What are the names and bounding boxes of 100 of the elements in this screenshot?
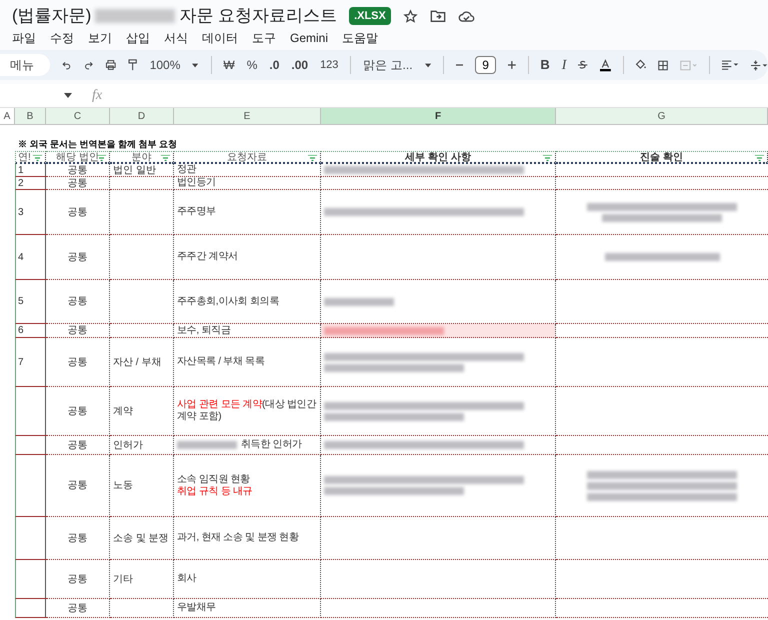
table-cell: 소속 임직원 현황 취업 규칙 등 내규: [174, 455, 321, 517]
filter-icon[interactable]: [308, 155, 317, 161]
table-cell: 법인 일반: [110, 164, 174, 177]
row-number: 2: [15, 177, 46, 190]
formula-label: fx: [92, 87, 102, 105]
caret-icon[interactable]: [424, 62, 431, 68]
column-header[interactable]: E: [174, 108, 321, 124]
column-header[interactable]: D: [110, 108, 174, 124]
table-cell: [110, 280, 174, 324]
table-cell: 인허가: [110, 436, 174, 455]
table-cell: 공통: [46, 338, 110, 387]
star-icon[interactable]: [402, 8, 418, 24]
filter-icon[interactable]: [161, 155, 170, 161]
print-icon[interactable]: [104, 58, 116, 72]
text-color-icon[interactable]: [600, 58, 610, 72]
menu-item[interactable]: 보기: [88, 29, 112, 47]
table-cell: [110, 177, 174, 190]
menu-item[interactable]: Gemini: [290, 29, 328, 47]
table-cell: 기타: [110, 560, 174, 599]
filter-icon[interactable]: [755, 155, 764, 161]
vertical-align-icon[interactable]: [750, 58, 768, 72]
column-header[interactable]: G: [556, 108, 768, 124]
caret-icon[interactable]: [64, 93, 72, 98]
menu-item[interactable]: 도움말: [342, 29, 378, 47]
bold-button[interactable]: B: [540, 55, 550, 75]
plus-icon[interactable]: [508, 60, 516, 70]
minus-icon[interactable]: [456, 64, 464, 66]
row-number: 5: [15, 280, 46, 324]
menu-item[interactable]: 도구: [252, 29, 276, 47]
align-icon[interactable]: [722, 59, 739, 71]
borders-icon[interactable]: [658, 58, 668, 72]
column-heading: 진술 확인: [640, 150, 683, 164]
menu-item[interactable]: 삽입: [126, 29, 150, 47]
menu-item[interactable]: 파일: [12, 29, 36, 47]
table-cell: 공통: [46, 164, 110, 177]
table-cell: 주주간 계약서: [174, 235, 321, 280]
undo-icon[interactable]: [62, 59, 72, 71]
table-cell: 주주총회,이사회 회의록: [174, 280, 321, 324]
column-heading: 해당 법인: [56, 150, 99, 164]
table-cell: 우발채무: [174, 599, 321, 618]
table-cell: [110, 190, 174, 235]
filter-icon[interactable]: [543, 155, 552, 161]
redo-icon[interactable]: [84, 59, 93, 71]
table-cell: [110, 324, 174, 338]
table-cell: 자산 / 부채: [110, 338, 174, 387]
filter-icon[interactable]: [97, 155, 106, 161]
italic-button[interactable]: I: [562, 54, 566, 76]
note-text: ※ 외국 문서는 번역본을 함께 첨부 요청: [18, 138, 178, 151]
column-header[interactable]: B: [15, 108, 46, 124]
table-cell: 공통: [46, 599, 110, 618]
table-cell: [110, 599, 174, 618]
filter-icon[interactable]: [33, 155, 42, 161]
table-cell: 계약: [110, 387, 174, 436]
table-cell: 주주명부: [174, 190, 321, 235]
document-title[interactable]: 자문 요청자료리스트: [179, 3, 338, 29]
table-cell: 공통: [46, 190, 110, 235]
font-size-field[interactable]: 9: [475, 56, 496, 74]
row-number: 3: [15, 190, 46, 235]
table-cell: 공통: [46, 235, 110, 280]
column-header[interactable]: F: [321, 108, 556, 124]
table-cell: 회사: [174, 560, 321, 599]
cloud-icon[interactable]: [458, 10, 475, 22]
column-heading: 세부 확인 사항: [405, 150, 471, 164]
number-format-button[interactable]: 123: [320, 56, 338, 74]
zoom-select[interactable]: 100%: [150, 56, 180, 74]
caret-icon[interactable]: [192, 62, 199, 68]
paint-format-icon[interactable]: [128, 58, 138, 72]
table-cell: 공통: [46, 517, 110, 560]
table-cell: 공통: [46, 177, 110, 190]
menu-item[interactable]: 수정: [50, 29, 74, 47]
folder-icon[interactable]: [430, 9, 446, 23]
row-number: 1: [15, 164, 46, 177]
row-number: 4: [15, 235, 46, 280]
table-cell: 공통: [46, 436, 110, 455]
blurred-text: [324, 298, 394, 306]
table-cell: 노동: [110, 455, 174, 517]
column-heading: 분야: [132, 150, 152, 164]
strikethrough-icon[interactable]: [578, 59, 588, 71]
currency-format-button[interactable]: ₩: [223, 56, 235, 74]
table-cell: 공통: [46, 387, 110, 436]
menu-item[interactable]: 데이터: [202, 29, 238, 47]
table-cell: 정관: [174, 164, 321, 177]
column-header[interactable]: C: [46, 108, 110, 124]
table-cell: [110, 235, 174, 280]
percent-format-button[interactable]: %: [246, 56, 258, 74]
table-cell: 소송 및 분쟁: [110, 517, 174, 560]
row-number: 6: [15, 324, 46, 338]
row-number: 7: [15, 338, 46, 387]
menu-item[interactable]: 서식: [164, 29, 188, 47]
search-menu-field[interactable]: 메뉴: [0, 54, 50, 76]
file-type-badge: .XLSX: [349, 6, 391, 26]
table-cell: 공통: [46, 455, 110, 517]
table-cell: 자산목록 / 부채 목록: [174, 338, 321, 387]
document-title[interactable]: (법률자문): [12, 3, 92, 29]
column-heading: 요청자료: [227, 150, 267, 164]
table-cell: 사업 관련 모든 계약(대상 법인간 계약 포함): [174, 387, 321, 436]
table-cell: 과거, 현재 소송 및 분쟁 현황: [174, 517, 321, 560]
decrease-decimal-button[interactable]: .0: [269, 56, 280, 74]
increase-decimal-button[interactable]: .00: [291, 56, 308, 74]
font-select[interactable]: 맑은 고...: [363, 56, 413, 74]
